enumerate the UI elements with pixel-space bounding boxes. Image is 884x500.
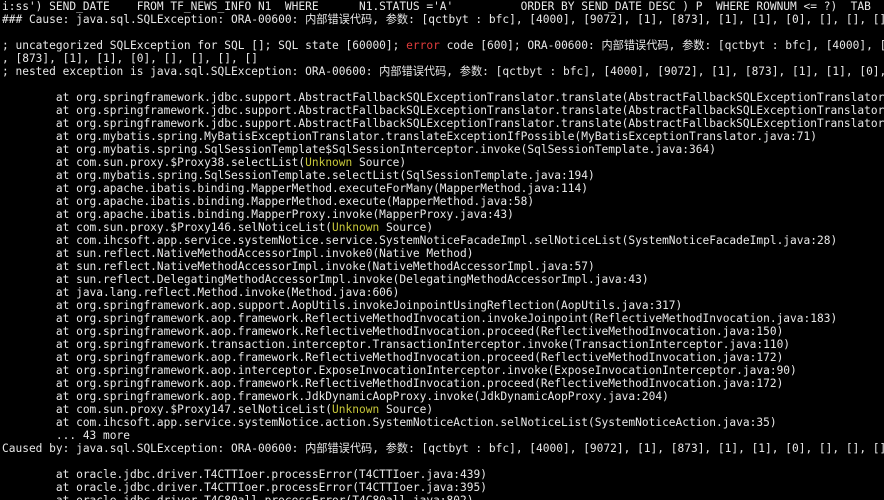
log-segment: ; nested exception is java.sql.SQLExcept…	[2, 65, 884, 78]
log-segment: at org.springframework.aop.framework.Ref…	[2, 312, 837, 325]
log-segment: error	[406, 39, 440, 52]
log-segment: at org.springframework.aop.framework.Jdk…	[2, 390, 669, 403]
log-line: at oracle.jdbc.driver.T4CTTIoer.processE…	[2, 481, 882, 494]
log-line: ; uncategorized SQLException for SQL [];…	[2, 39, 882, 52]
log-line: at org.springframework.aop.framework.Ref…	[2, 351, 882, 364]
log-segment: at com.sun.proxy.$Proxy146.selNoticeList…	[2, 221, 332, 234]
log-line: ### Cause: java.sql.SQLException: ORA-00…	[2, 13, 882, 26]
log-line: at com.sun.proxy.$Proxy38.selectList(Unk…	[2, 156, 882, 169]
log-line: at org.apache.ibatis.binding.MapperProxy…	[2, 208, 882, 221]
log-line	[2, 26, 882, 39]
log-line: at org.mybatis.spring.SqlSessionTemplate…	[2, 143, 882, 156]
log-line: at org.springframework.aop.support.AopUt…	[2, 299, 882, 312]
log-segment: at org.springframework.aop.support.AopUt…	[2, 299, 682, 312]
log-line: at org.springframework.jdbc.support.Abst…	[2, 104, 882, 117]
log-line: Caused by: java.sql.SQLException: ORA-00…	[2, 442, 882, 455]
log-segment: i:ss') SEND_DATE FROM TF_NEWS_INFO N1 WH…	[2, 0, 884, 13]
log-segment: at sun.reflect.DelegatingMethodAccessorI…	[2, 273, 649, 286]
log-segment: at org.mybatis.spring.MyBatisExceptionTr…	[2, 130, 817, 143]
log-line: at org.mybatis.spring.MyBatisExceptionTr…	[2, 130, 882, 143]
log-line: at org.springframework.aop.framework.Ref…	[2, 377, 882, 390]
log-segment: at sun.reflect.NativeMethodAccessorImpl.…	[2, 260, 595, 273]
log-line	[2, 78, 882, 91]
log-line: i:ss') SEND_DATE FROM TF_NEWS_INFO N1 WH…	[2, 0, 882, 13]
log-line: at com.sun.proxy.$Proxy147.selNoticeList…	[2, 403, 882, 416]
log-segment: at org.springframework.aop.framework.Ref…	[2, 377, 783, 390]
log-line: at com.ihcsoft.app.service.systemNotice.…	[2, 234, 882, 247]
log-line: at org.apache.ibatis.binding.MapperMetho…	[2, 195, 882, 208]
log-line: at sun.reflect.NativeMethodAccessorImpl.…	[2, 247, 882, 260]
log-segment: at org.springframework.aop.framework.Ref…	[2, 325, 783, 338]
log-segment: at org.springframework.aop.interceptor.E…	[2, 364, 797, 377]
log-line: , [873], [1], [1], [0], [], [], [], []	[2, 52, 882, 65]
console-output: i:ss') SEND_DATE FROM TF_NEWS_INFO N1 WH…	[0, 0, 884, 500]
log-segment: at org.springframework.aop.framework.Ref…	[2, 351, 783, 364]
log-segment: , [873], [1], [1], [0], [], [], [], []	[2, 52, 258, 65]
log-segment: at com.ihcsoft.app.service.systemNotice.…	[2, 234, 837, 247]
log-segment: Unknown	[332, 403, 379, 416]
log-segment: ### Cause: java.sql.SQLException: ORA-00…	[2, 13, 884, 26]
log-line: at com.sun.proxy.$Proxy146.selNoticeList…	[2, 221, 882, 234]
log-line: at oracle.jdbc.driver.T4CTTIoer.processE…	[2, 468, 882, 481]
log-segment: ; uncategorized SQLException for SQL [];…	[2, 39, 406, 52]
log-segment: Caused by: java.sql.SQLException: ORA-00…	[2, 442, 884, 455]
log-segment: at org.mybatis.spring.SqlSessionTemplate…	[2, 143, 716, 156]
log-line: ... 43 more	[2, 429, 882, 442]
log-segment: at org.apache.ibatis.binding.MapperMetho…	[2, 182, 588, 195]
log-line: at org.apache.ibatis.binding.MapperMetho…	[2, 182, 882, 195]
log-line: at org.springframework.transaction.inter…	[2, 338, 882, 351]
log-segment: Unknown	[305, 156, 352, 169]
log-segment: at org.springframework.transaction.inter…	[2, 338, 790, 351]
log-line: at oracle.jdbc.driver.T4C80all.processEr…	[2, 494, 882, 500]
log-segment: at com.sun.proxy.$Proxy147.selNoticeList…	[2, 403, 332, 416]
log-segment: Source)	[379, 221, 433, 234]
log-line: at org.springframework.aop.framework.Jdk…	[2, 390, 882, 403]
log-segment: Source)	[352, 156, 406, 169]
log-segment: at com.ihcsoft.app.service.systemNotice.…	[2, 416, 777, 429]
log-line: at org.springframework.jdbc.support.Abst…	[2, 91, 882, 104]
log-line: at sun.reflect.DelegatingMethodAccessorI…	[2, 273, 882, 286]
log-segment: at org.apache.ibatis.binding.MapperProxy…	[2, 208, 514, 221]
log-line: at org.springframework.aop.interceptor.E…	[2, 364, 882, 377]
log-line: at sun.reflect.NativeMethodAccessorImpl.…	[2, 260, 882, 273]
log-segment: at oracle.jdbc.driver.T4CTTIoer.processE…	[2, 481, 487, 494]
log-segment: code [600]; ORA-00600: 内部错误代码, 参数: [qctb…	[440, 39, 884, 52]
log-line	[2, 455, 882, 468]
log-line: at org.springframework.aop.framework.Ref…	[2, 325, 882, 338]
log-segment: Source)	[379, 403, 433, 416]
log-line: at com.ihcsoft.app.service.systemNotice.…	[2, 416, 882, 429]
log-segment: ... 43 more	[2, 429, 130, 442]
log-segment: at org.springframework.jdbc.support.Abst…	[2, 117, 884, 130]
log-segment: at oracle.jdbc.driver.T4CTTIoer.processE…	[2, 468, 487, 481]
log-line: at java.lang.reflect.Method.invoke(Metho…	[2, 286, 882, 299]
log-line: at org.mybatis.spring.SqlSessionTemplate…	[2, 169, 882, 182]
log-segment: at org.apache.ibatis.binding.MapperMetho…	[2, 195, 534, 208]
log-segment: at com.sun.proxy.$Proxy38.selectList(	[2, 156, 305, 169]
log-line: at org.springframework.aop.framework.Ref…	[2, 312, 882, 325]
log-segment: at oracle.jdbc.driver.T4C80all.processEr…	[2, 494, 473, 500]
log-line: ; nested exception is java.sql.SQLExcept…	[2, 65, 882, 78]
log-segment: at sun.reflect.NativeMethodAccessorImpl.…	[2, 247, 473, 260]
log-segment: Unknown	[332, 221, 379, 234]
log-segment: at org.mybatis.spring.SqlSessionTemplate…	[2, 169, 595, 182]
log-segment: at java.lang.reflect.Method.invoke(Metho…	[2, 286, 399, 299]
log-line: at org.springframework.jdbc.support.Abst…	[2, 117, 882, 130]
log-segment: at org.springframework.jdbc.support.Abst…	[2, 104, 884, 117]
log-segment: at org.springframework.jdbc.support.Abst…	[2, 91, 884, 104]
